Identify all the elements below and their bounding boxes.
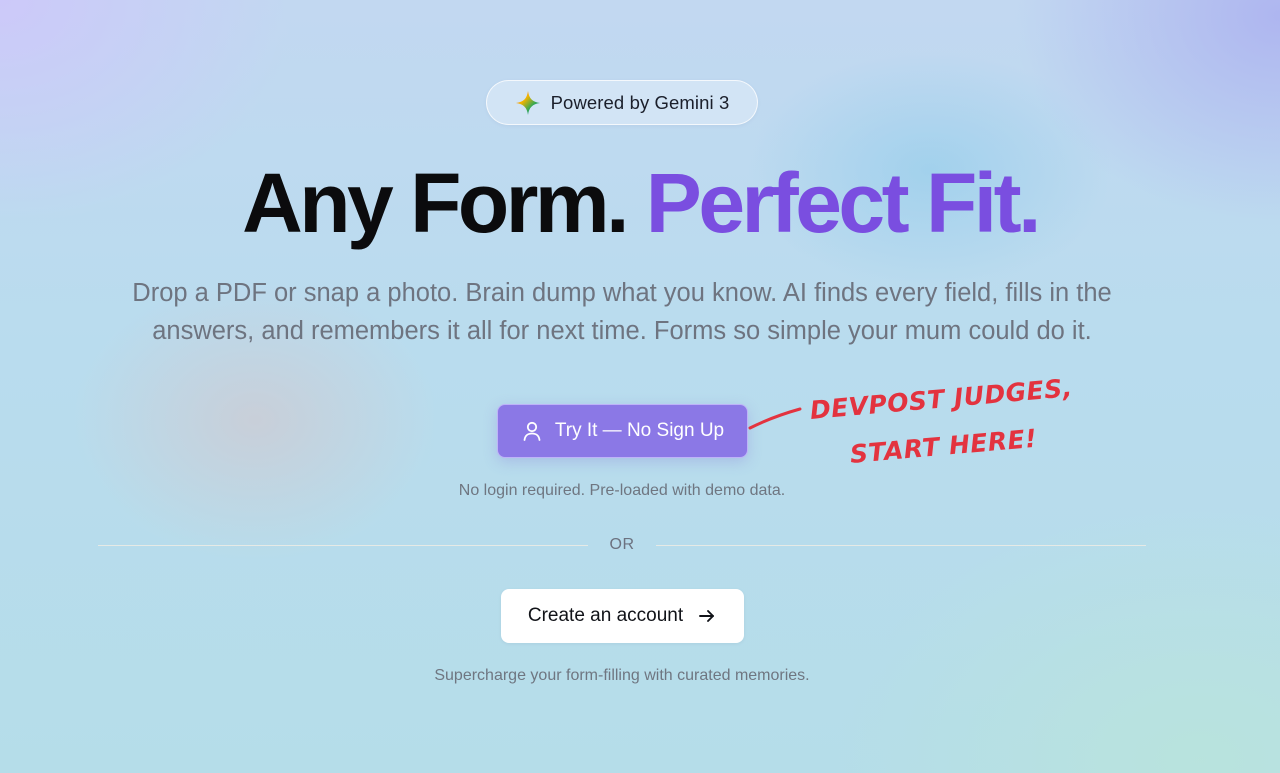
try-it-label: Try It — No Sign Up: [554, 420, 725, 441]
create-account-label: Create an account: [527, 605, 684, 626]
judges-annotation: DEVPOST JUDGES, START HERE!: [748, 373, 1074, 484]
hero-subtitle: Drop a PDF or snap a photo. Brain dump w…: [132, 279, 1112, 345]
powered-by-badge: Powered by Gemini 3: [486, 80, 758, 125]
no-login-note: No login required. Pre-loaded with demo …: [458, 482, 786, 499]
divider-right: [656, 545, 1146, 546]
user-icon: [521, 420, 543, 442]
annotation-line-1: DEVPOST JUDGES,: [808, 373, 1074, 425]
hero-headline: Any Form. Perfect Fit.: [0, 153, 1280, 253]
arrow-right-icon: [697, 606, 717, 626]
headline-primary: Any Form.: [242, 156, 629, 250]
supercharge-note: Supercharge your form-filling with curat…: [434, 667, 810, 684]
gemini-sparkle-icon: [515, 90, 541, 116]
create-account-button[interactable]: Create an account: [501, 589, 744, 643]
annotation-pointer-line: [748, 407, 802, 430]
headline-accent: Perfect Fit.: [645, 156, 1042, 250]
try-it-button[interactable]: Try It — No Sign Up: [497, 404, 748, 458]
annotation-line-2: START HERE!: [848, 423, 1039, 469]
divider-or: OR: [609, 536, 635, 553]
powered-by-label: Powered by Gemini 3: [550, 91, 730, 113]
divider-left: [98, 545, 588, 546]
